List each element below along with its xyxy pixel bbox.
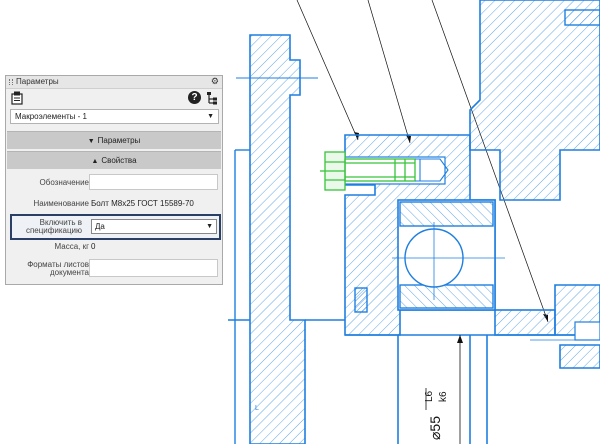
macro-element-select[interactable]: Макроэлементы - 1 ▼ bbox=[10, 109, 219, 124]
include-label-line2: спецификацию bbox=[25, 226, 82, 235]
shaft bbox=[305, 319, 600, 444]
section-parameters-label: Параметры bbox=[97, 136, 141, 145]
panel-title-bar[interactable]: Параметры ⚙ bbox=[6, 76, 222, 89]
help-icon[interactable]: ? bbox=[188, 91, 201, 104]
top-detail bbox=[564, 9, 600, 26]
designation-label: Обозначение bbox=[39, 178, 89, 187]
parameters-panel: Параметры ⚙ ? Макроэлементы - 1 ▼ ▼ Парам… bbox=[5, 75, 223, 285]
designation-field[interactable] bbox=[89, 174, 218, 190]
outer-contour-left bbox=[228, 149, 250, 444]
panel-toolbar: ? bbox=[6, 89, 222, 107]
mass-label: Масса, кг bbox=[54, 242, 89, 251]
chevron-down-icon: ▼ bbox=[206, 223, 213, 230]
section-parameters-header[interactable]: ▼ Параметры bbox=[7, 131, 221, 149]
section-properties-label: Свойства bbox=[101, 156, 137, 165]
include-in-spec-select[interactable]: Да ▼ bbox=[91, 219, 217, 234]
panel-title: Параметры bbox=[16, 77, 59, 86]
chevron-down-icon: ▼ bbox=[87, 138, 95, 145]
include-in-spec-value: Да bbox=[95, 222, 105, 231]
mass-row: Масса, кг 0 bbox=[7, 240, 221, 254]
sheet-formats-row: Форматы листов документа bbox=[7, 257, 221, 279]
drawing-mark: L bbox=[255, 405, 259, 412]
chevron-down-icon: ▼ bbox=[207, 113, 214, 120]
housing-upper bbox=[469, 0, 600, 201]
diameter-dimension: ⌀55 L6 k6 bbox=[424, 390, 449, 440]
designation-row: Обозначение bbox=[7, 173, 221, 191]
tree-structure-icon[interactable] bbox=[206, 91, 218, 105]
section-properties-header[interactable]: ▲ Свойства bbox=[7, 151, 221, 169]
sheet-formats-label-line2: документа bbox=[49, 268, 89, 277]
drag-grip-icon[interactable] bbox=[9, 79, 13, 85]
macro-element-value: Макроэлементы - 1 bbox=[15, 112, 87, 121]
mass-value[interactable]: 0 bbox=[91, 240, 95, 253]
chevron-up-icon: ▲ bbox=[91, 158, 99, 165]
name-row: Наименование Болт M8x25 ГОСТ 15589-70 bbox=[7, 195, 221, 213]
gasket bbox=[354, 287, 368, 313]
include-in-spec-row: Включить в спецификацию Да ▼ bbox=[10, 214, 221, 240]
fit-tolerance-bottom: k6 bbox=[438, 391, 449, 402]
document-properties-icon[interactable] bbox=[11, 91, 23, 105]
housing-left bbox=[249, 34, 306, 444]
gear-icon[interactable]: ⚙ bbox=[211, 76, 219, 87]
sheet-formats-field[interactable] bbox=[89, 259, 218, 277]
dimension-value: ⌀55 bbox=[427, 416, 443, 440]
name-label: Наименование bbox=[33, 199, 89, 208]
groove bbox=[574, 321, 600, 341]
name-value[interactable]: Болт M8x25 ГОСТ 15589-70 bbox=[91, 197, 194, 210]
